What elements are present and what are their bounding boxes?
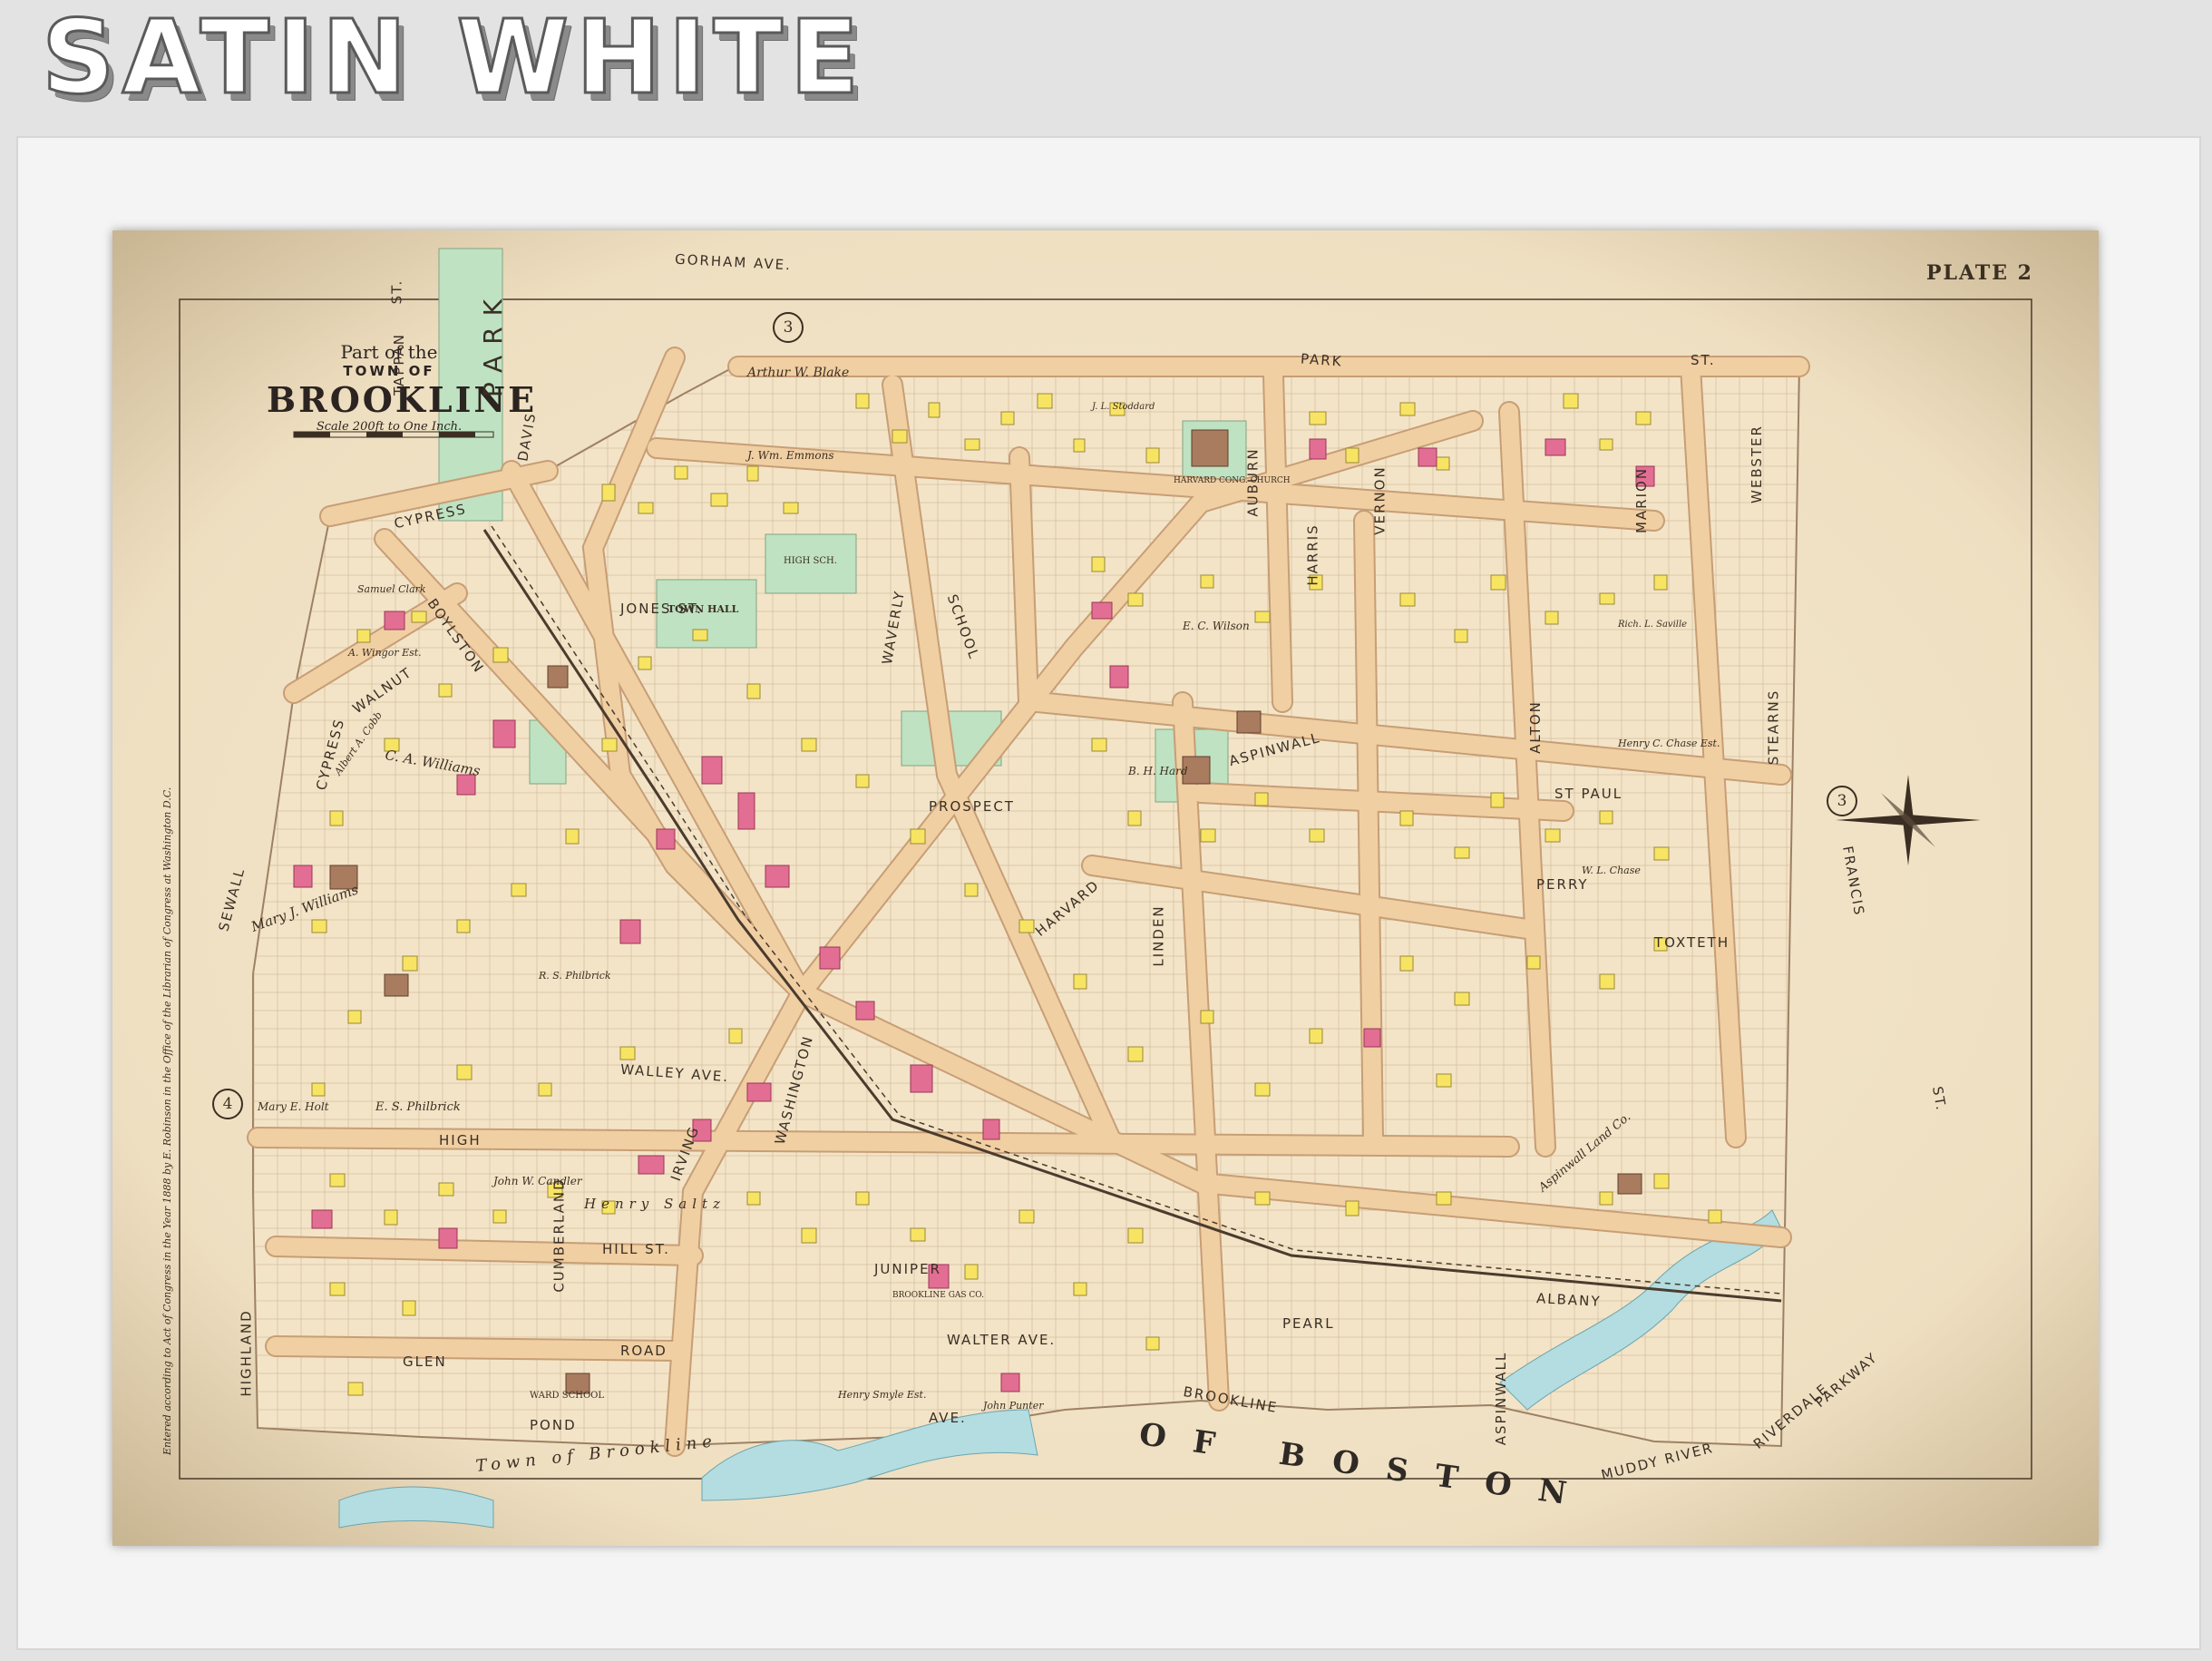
street-park-st: ST. (1691, 352, 1716, 368)
owner-label: R. S. Philbrick (539, 970, 611, 982)
owner-label: Arthur W. Blake (747, 366, 850, 380)
street-aspinwall-lower: ASPINWALL (1493, 1351, 1510, 1446)
sheet-ref-right: 3 (1827, 786, 1857, 816)
street-stearns: STEARNS (1765, 689, 1782, 766)
place-town-hall: TOWN HALL (667, 603, 739, 615)
owner-label: John Punter (983, 1400, 1044, 1412)
street-pearl: PEARL (1282, 1315, 1335, 1332)
place-ward-school: WARD SCHOOL (530, 1391, 604, 1401)
street-webster: WEBSTER (1748, 425, 1765, 503)
scale-text: Scale 200ft to One Inch. (316, 420, 463, 434)
street-st-right: ST. (1929, 1085, 1950, 1113)
sheet-ref-top: 3 (773, 312, 804, 343)
place-harvard-church: HARVARD CONG. CHURCH (1174, 476, 1291, 485)
street-walter-ave: WALTER AVE. (947, 1332, 1057, 1348)
map-title: BROOKLINE (267, 379, 538, 420)
park-vertical-label: PARK (478, 288, 509, 398)
street-highland: HIGHLAND (238, 1309, 255, 1397)
street-high: HIGH (439, 1132, 482, 1148)
owner-label: John W. Candler (493, 1175, 582, 1187)
street-prospect: PROSPECT (929, 798, 1015, 815)
sheet-ref-left: 4 (212, 1089, 243, 1119)
owner-label: Henry Smyle Est. (838, 1389, 927, 1401)
title-line-1: Part of the (340, 341, 438, 363)
street-park: PARK (1300, 350, 1344, 370)
street-linden: LINDEN (1150, 904, 1167, 967)
owner-label: W. L. Chase (1582, 865, 1641, 876)
street-tappan: TAPPAN (390, 333, 407, 396)
street-alton: ALTON (1526, 700, 1544, 754)
street-cumberland: CUMBERLAND (551, 1177, 568, 1293)
street-pond: POND (530, 1417, 577, 1433)
owner-label: Rich. L. Saville (1618, 620, 1688, 630)
plate-label: PLATE 2 (1926, 261, 2033, 285)
street-perry: PERRY (1536, 876, 1589, 893)
street-tappan-st: ST. (388, 278, 405, 305)
place-gas-co: BROOKLINE GAS CO. (892, 1291, 985, 1300)
title-line-2: TOWN OF (343, 363, 435, 379)
street-hill: HILL ST. (602, 1241, 670, 1257)
place-high-school: HIGH SCH. (784, 556, 837, 566)
street-harris: HARRIS (1304, 523, 1321, 586)
owner-label: Henry C. Chase Est. (1618, 738, 1720, 749)
street-marion: MARION (1633, 466, 1651, 534)
street-st-paul: ST PAUL (1554, 786, 1623, 802)
owner-label: J. Wm. Emmons (747, 449, 834, 462)
street-albany: ALBANY (1535, 1290, 1603, 1310)
owner-label: Henry Saltz (584, 1196, 726, 1212)
owner-label: J. L. Stoddard (1092, 402, 1155, 412)
owner-label: E. C. Wilson (1183, 620, 1250, 632)
street-ave-bottom: AVE. (929, 1410, 967, 1426)
owner-label: A. Wingor Est. (348, 647, 422, 659)
owner-label: Samuel Clark (357, 583, 426, 595)
owner-label: Mary E. Holt (258, 1100, 329, 1113)
owner-label: E. S. Philbrick (375, 1100, 461, 1114)
street-road: ROAD (620, 1343, 667, 1359)
owner-label: B. H. Hard (1128, 765, 1188, 777)
street-glen: GLEN (403, 1353, 447, 1370)
street-vernon: VERNON (1371, 465, 1389, 535)
street-juniper: JUNIPER (874, 1261, 941, 1277)
copyright-note: Entered according to Act of Congress in … (161, 787, 173, 1455)
map-title-block: Part of the TOWN OF BROOKLINE Scale 200f… (267, 341, 538, 434)
map-print: Part of the TOWN OF BROOKLINE Scale 200f… (112, 230, 2099, 1546)
satin-white-banner: SATIN WHITE (40, 0, 867, 117)
street-toxteth: TOXTETH (1654, 934, 1730, 951)
